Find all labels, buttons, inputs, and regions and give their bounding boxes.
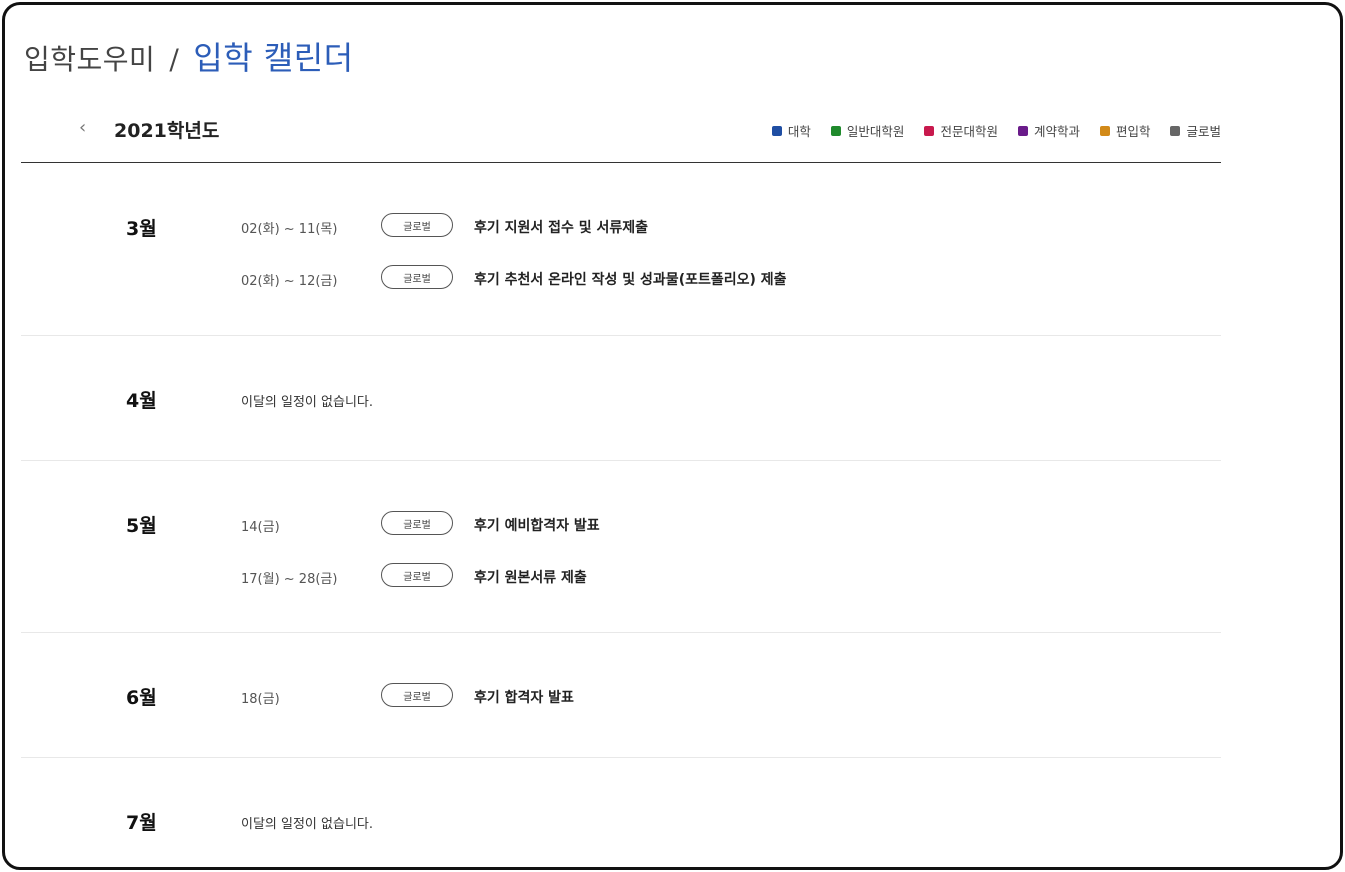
event-title[interactable]: 후기 원본서류 제출	[474, 567, 587, 587]
legend-label: 글로벌	[1186, 124, 1221, 139]
legend-item-professional: 전문대학원	[924, 121, 998, 140]
legend-label: 일반대학원	[846, 124, 905, 139]
month-section-april: 4월 이달의 일정이 없습니다.	[21, 336, 1221, 461]
month-label: 4월	[126, 390, 157, 412]
category-badge: 글로벌	[381, 683, 453, 707]
chevron-left-icon[interactable]: ‹	[79, 117, 86, 138]
category-badge: 글로벌	[381, 563, 453, 587]
category-badge: 글로벌	[381, 511, 453, 535]
event-row[interactable]: 14(금) 글로벌 후기 예비합격자 발표	[21, 511, 1221, 537]
event-title[interactable]: 후기 추천서 온라인 작성 및 성과물(포트폴리오) 제출	[474, 269, 787, 289]
legend-label: 대학	[787, 124, 811, 139]
month-section-july: 7월 이달의 일정이 없습니다.	[21, 758, 1221, 867]
year-label: 2021학년도	[114, 120, 220, 142]
legend-item-transfer: 편입학	[1099, 121, 1151, 140]
year-navigation: ‹ 2021학년도 대학 일반대학원 전문대학원 계약학과 편입학 글로벌	[21, 105, 1221, 163]
event-title[interactable]: 후기 예비합격자 발표	[474, 515, 600, 535]
breadcrumb-current: 입학 캘린더	[193, 39, 354, 77]
page-frame: 입학도우미 / 입학 캘린더 ‹ 2021학년도 대학 일반대학원 전문대학원 계약…	[2, 2, 1343, 870]
legend-item-university: 대학	[771, 121, 811, 140]
month-section-may: 5월 14(금) 글로벌 후기 예비합격자 발표 17(월) ~ 28(금) 글…	[21, 461, 1221, 633]
legend-swatch	[1099, 125, 1110, 136]
category-badge: 글로벌	[381, 265, 453, 289]
legend-label: 계약학과	[1033, 124, 1080, 139]
legend-swatch	[830, 125, 841, 136]
legend-swatch	[1017, 125, 1028, 136]
event-row[interactable]: 18(금) 글로벌 후기 합격자 발표	[21, 683, 1221, 709]
month-section-march: 3월 02(화) ~ 11(목) 글로벌 후기 지원서 접수 및 서류제출 02…	[21, 164, 1221, 336]
event-date: 18(금)	[241, 692, 280, 707]
legend-label: 전문대학원	[940, 124, 998, 139]
event-date: 02(화) ~ 12(금)	[241, 274, 338, 289]
event-title[interactable]: 후기 지원서 접수 및 서류제출	[474, 217, 648, 237]
legend-swatch	[924, 125, 935, 136]
event-date: 02(화) ~ 11(목)	[241, 222, 338, 237]
category-badge: 글로벌	[381, 213, 453, 237]
legend-swatch	[771, 125, 782, 136]
empty-message: 이달의 일정이 없습니다.	[241, 817, 373, 832]
breadcrumb-separator: /	[169, 43, 180, 76]
event-row[interactable]: 02(화) ~ 11(목) 글로벌 후기 지원서 접수 및 서류제출	[21, 213, 1221, 239]
breadcrumb-parent[interactable]: 입학도우미	[24, 43, 155, 76]
legend-item-graduate: 일반대학원	[830, 121, 905, 140]
empty-message: 이달의 일정이 없습니다.	[241, 395, 373, 410]
legend-label: 편입학	[1115, 124, 1151, 139]
event-date: 14(금)	[241, 520, 280, 535]
event-title[interactable]: 후기 합격자 발표	[474, 687, 574, 707]
page-title: 입학도우미 / 입학 캘린더	[24, 33, 354, 79]
month-section-june: 6월 18(금) 글로벌 후기 합격자 발표	[21, 633, 1221, 758]
event-row[interactable]: 17(월) ~ 28(금) 글로벌 후기 원본서류 제출	[21, 563, 1221, 589]
category-legend: 대학 일반대학원 전문대학원 계약학과 편입학 글로벌	[771, 121, 1221, 140]
event-date: 17(월) ~ 28(금)	[241, 572, 338, 587]
month-label: 7월	[126, 812, 157, 834]
event-row[interactable]: 02(화) ~ 12(금) 글로벌 후기 추천서 온라인 작성 및 성과물(포트…	[21, 265, 1221, 291]
legend-item-global: 글로벌	[1170, 121, 1221, 140]
legend-item-contract: 계약학과	[1017, 121, 1080, 140]
legend-swatch	[1170, 125, 1181, 136]
